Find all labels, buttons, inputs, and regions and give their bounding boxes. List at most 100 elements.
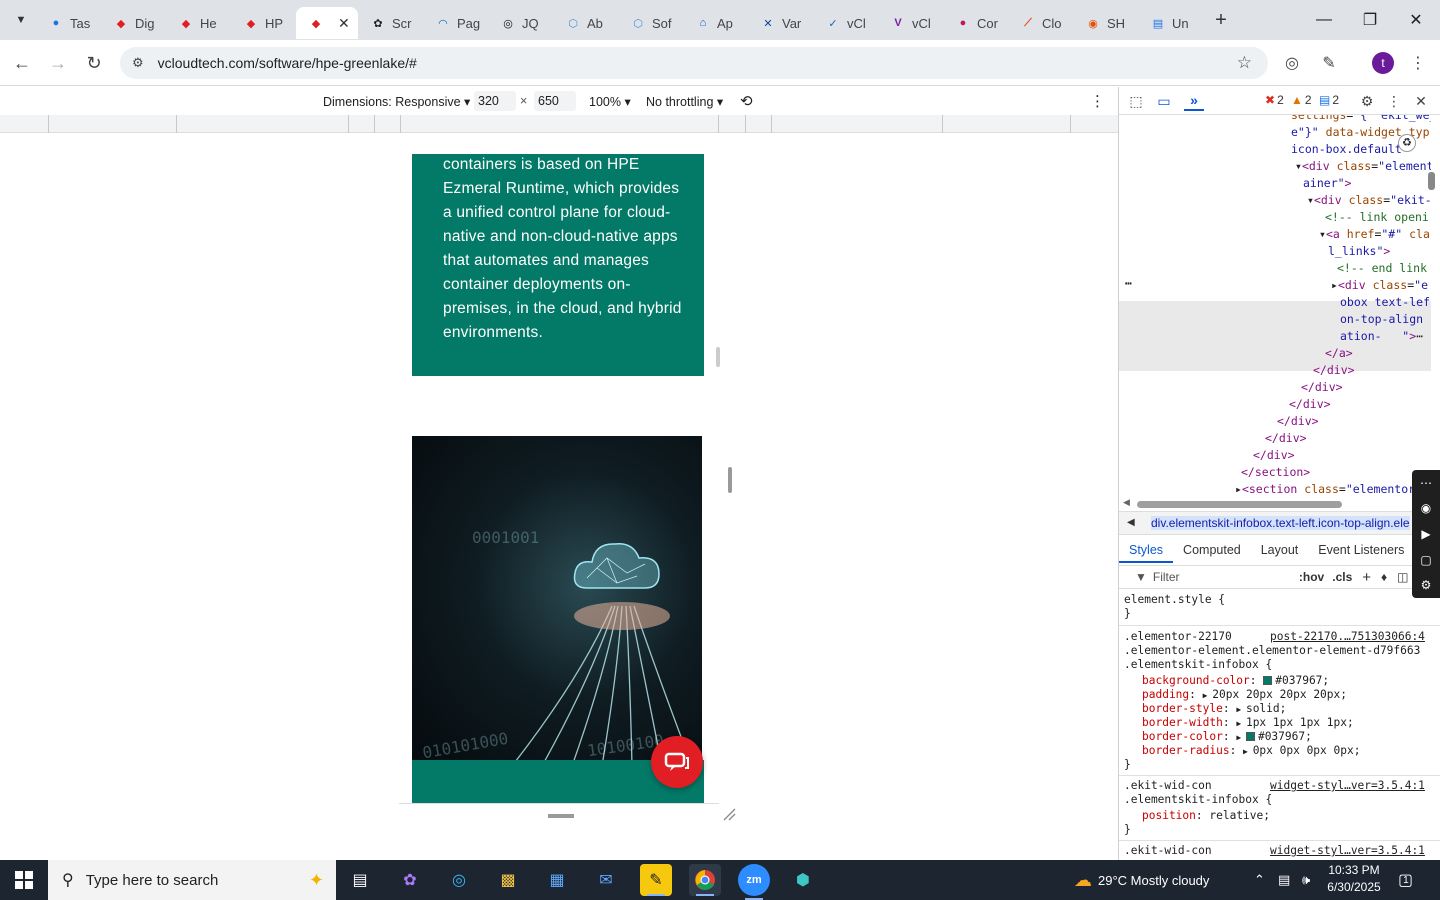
device-options-icon[interactable]: ⋮ bbox=[1090, 92, 1105, 110]
filter-input[interactable]: Filter bbox=[1153, 570, 1293, 584]
expand-triangle-icon[interactable]: ▶ bbox=[1236, 705, 1246, 714]
browser-tab[interactable]: ▤ Un bbox=[1138, 7, 1203, 39]
dom-line[interactable]: </a> bbox=[1325, 345, 1353, 362]
dom-line[interactable]: icon-box.default" bbox=[1291, 141, 1409, 158]
new-tab-button[interactable]: + bbox=[1207, 9, 1235, 32]
cls-toggle[interactable]: .cls bbox=[1332, 570, 1352, 584]
property-value[interactable]: #037967; bbox=[1275, 674, 1329, 687]
translate-icon[interactable]: ◎ bbox=[1274, 40, 1310, 86]
browser-tab[interactable]: ● Cor bbox=[943, 7, 1008, 39]
property-value[interactable]: 1px 1px 1px 1px; bbox=[1246, 716, 1354, 729]
taskbar-search[interactable]: ⚲ Type here to search ✦ bbox=[48, 860, 336, 900]
tab-event-listeners[interactable]: Event Listeners bbox=[1308, 539, 1414, 563]
breadcrumb[interactable]: ◀ div.elementskit-infobox.text-left.icon… bbox=[1119, 511, 1440, 535]
css-declaration[interactable]: border-radius: ▶ 0px 0px 0px 0px; bbox=[1142, 744, 1360, 759]
zoom-select[interactable]: 100% ▾ bbox=[589, 94, 631, 109]
property-value[interactable]: solid; bbox=[1246, 702, 1286, 715]
mail-icon[interactable]: ✉ bbox=[590, 864, 622, 896]
color-swatch[interactable] bbox=[1263, 676, 1273, 685]
dom-line[interactable]: </div> bbox=[1289, 396, 1331, 413]
dom-line[interactable]: settings="{ "ekit_we_t bbox=[1291, 115, 1431, 124]
expand-triangle-icon[interactable]: ▶ bbox=[1236, 719, 1246, 728]
rule-source-link[interactable]: post-22170.…751303066:4 bbox=[1270, 630, 1425, 644]
dom-line[interactable]: ainer"> bbox=[1303, 175, 1351, 192]
back-button[interactable]: ← bbox=[4, 45, 40, 81]
dom-line[interactable]: <!-- end link bbox=[1337, 260, 1427, 277]
property-value[interactable]: 20px 20px 20px 20px; bbox=[1212, 688, 1347, 701]
dom-line[interactable]: l_links"> bbox=[1328, 243, 1390, 260]
elements-horizontal-scrollbar[interactable]: ◀ bbox=[1119, 497, 1431, 511]
rule-selector[interactable]: .ekit-wid-con bbox=[1124, 844, 1212, 858]
link-icon[interactable]: ⋯ bbox=[1420, 476, 1432, 490]
paint-brush-icon[interactable]: ♦ bbox=[1381, 570, 1387, 584]
browser-tab[interactable]: ◆ HP bbox=[231, 7, 296, 39]
property-name[interactable]: border-color bbox=[1142, 730, 1223, 743]
dom-line[interactable]: </div> bbox=[1265, 430, 1307, 447]
crumb-left-icon[interactable]: ◀ bbox=[1127, 512, 1135, 534]
dom-line[interactable]: ▾<div class="ekit- bbox=[1307, 192, 1431, 209]
copilot-icon[interactable]: ✿ bbox=[394, 864, 426, 896]
gear-icon[interactable]: ⚙ bbox=[1421, 578, 1432, 592]
show-hidden-icons[interactable]: ⌃ bbox=[1254, 860, 1265, 900]
css-declaration[interactable]: border-width: ▶ 1px 1px 1px 1px; bbox=[1142, 716, 1354, 731]
start-button[interactable] bbox=[0, 860, 48, 900]
browser-tab[interactable]: ◆ Dig bbox=[101, 7, 166, 39]
hov-toggle[interactable]: :hov bbox=[1299, 570, 1324, 584]
zoom-app-icon[interactable]: zm bbox=[738, 864, 770, 900]
property-value[interactable]: relative; bbox=[1209, 809, 1270, 822]
page-scrollbar[interactable] bbox=[716, 347, 720, 367]
browser-menu-icon[interactable]: ⋮ bbox=[1400, 40, 1436, 86]
dom-line[interactable]: </div> bbox=[1301, 379, 1343, 396]
property-name[interactable]: border-style bbox=[1142, 702, 1223, 715]
dom-line[interactable]: </div> bbox=[1253, 447, 1295, 464]
height-input[interactable]: 650 bbox=[534, 91, 576, 111]
scrollbar-thumb[interactable] bbox=[1137, 501, 1342, 508]
rule-selector[interactable]: .elementor-22170 bbox=[1124, 630, 1232, 644]
video-icon[interactable]: ▶ bbox=[1421, 527, 1430, 541]
close-window-button[interactable]: ✕ bbox=[1393, 0, 1439, 40]
browser-tab[interactable]: ⬡ Ab bbox=[553, 7, 618, 39]
window-icon[interactable]: ▢ bbox=[1420, 553, 1431, 567]
color-swatch[interactable] bbox=[1245, 732, 1255, 741]
new-rule-icon[interactable]: + bbox=[1362, 569, 1371, 586]
bookmark-star-icon[interactable]: ☆ bbox=[1237, 53, 1252, 73]
expand-triangle-icon[interactable]: ▶ bbox=[1203, 691, 1213, 700]
rule-selector[interactable]: .elementskit-infobox { bbox=[1124, 793, 1272, 807]
more-panels-icon[interactable]: » bbox=[1184, 91, 1204, 111]
minimize-button[interactable]: — bbox=[1301, 0, 1347, 40]
property-name[interactable]: border-radius bbox=[1142, 744, 1230, 757]
property-name[interactable]: border-width bbox=[1142, 716, 1223, 729]
resize-handle-bottom[interactable] bbox=[548, 814, 574, 818]
rotate-icon[interactable]: ⟲ bbox=[740, 92, 753, 110]
media-query-ruler[interactable] bbox=[0, 115, 1118, 133]
dom-line-selected[interactable]: ▸<div class="e bbox=[1331, 277, 1428, 294]
address-bar[interactable]: ⚙ vcloudtech.com/software/hpe-greenlake/… bbox=[120, 47, 1268, 79]
emulated-device-screen[interactable]: containers is based on HPE Ezmeral Runti… bbox=[399, 154, 719, 804]
browser-tab[interactable]: ◉ SH bbox=[1073, 7, 1138, 39]
reload-button[interactable]: ↻ bbox=[76, 45, 112, 81]
dom-line[interactable]: ▾<div class="element bbox=[1295, 158, 1431, 175]
rule-source-link[interactable]: widget-styl…ver=3.5.4:1 bbox=[1270, 779, 1425, 793]
chrome-icon[interactable] bbox=[689, 864, 721, 896]
device-toggle-icon[interactable]: ▭ bbox=[1154, 91, 1174, 111]
sticky-notes-icon[interactable]: ✎ bbox=[640, 864, 672, 896]
scroll-left-icon[interactable]: ◀ bbox=[1123, 497, 1130, 508]
task-view-icon[interactable]: ▤ bbox=[344, 864, 376, 896]
rule-source-link[interactable]: widget-styl…ver=3.5.4:1 bbox=[1270, 844, 1425, 858]
store-icon[interactable]: ▦ bbox=[541, 864, 573, 896]
browser-tab[interactable]: ◎ JQ bbox=[488, 7, 553, 39]
notifications-button[interactable]: ▢ 1 bbox=[1398, 860, 1413, 900]
dom-line[interactable]: ▸<section class="elementor- bbox=[1235, 481, 1422, 497]
css-declaration[interactable]: position: relative; bbox=[1142, 809, 1270, 823]
browser-tab[interactable]: ✓ vCl bbox=[813, 7, 878, 39]
node-ellipsis[interactable]: ⋯ bbox=[1125, 275, 1132, 292]
url-text[interactable]: vcloudtech.com/software/hpe-greenlake/# bbox=[158, 55, 417, 71]
throttling-select[interactable]: No throttling ▾ bbox=[646, 94, 723, 109]
inspect-element-icon[interactable]: ⬚ bbox=[1126, 91, 1146, 111]
css-declaration[interactable]: border-style: ▶ solid; bbox=[1142, 702, 1286, 717]
site-info-icon[interactable]: ⚙ bbox=[132, 55, 144, 71]
property-name[interactable]: position bbox=[1142, 809, 1196, 822]
chat-button[interactable] bbox=[651, 736, 703, 788]
dom-line[interactable]: </section> bbox=[1241, 464, 1310, 481]
elements-vertical-scrollbar[interactable] bbox=[1428, 172, 1435, 190]
